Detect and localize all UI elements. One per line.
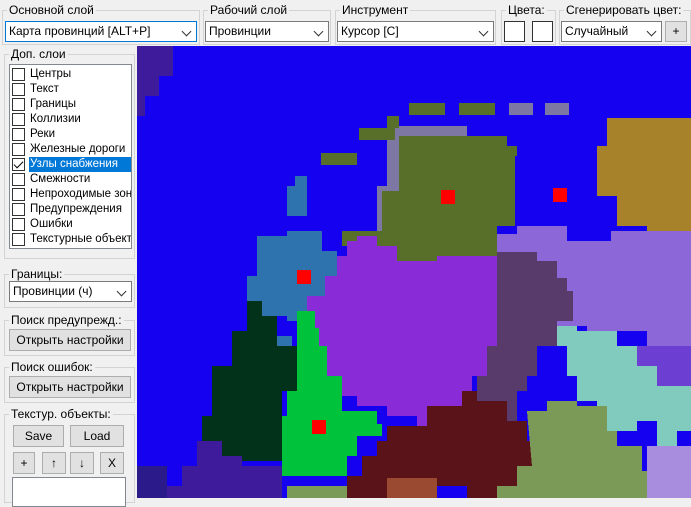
layer-item-supply-nodes[interactable]: Узлы снабжения: [10, 157, 131, 172]
base-layer-select[interactable]: Карта провинций [ALT+P]: [5, 21, 197, 42]
error-search-title: Поиск ошибок:: [11, 360, 93, 374]
warning-search-title: Поиск предупрежд.:: [11, 313, 122, 327]
checkbox[interactable]: [12, 233, 25, 246]
layer-item-collisions[interactable]: Коллизии: [10, 112, 131, 127]
open-warning-settings-button[interactable]: Открыть настройки: [9, 329, 131, 351]
layer-item-label: Смежности: [30, 173, 91, 185]
texture-objects-list[interactable]: [12, 477, 126, 507]
open-error-settings-button[interactable]: Открыть настройки: [9, 376, 131, 398]
checkbox[interactable]: [12, 218, 25, 231]
layer-item-label: Ошибки: [30, 218, 73, 230]
checkbox[interactable]: [12, 128, 25, 141]
layer-item-label: Непроходимые зоны: [30, 188, 132, 200]
island-olive-3[interactable]: [387, 116, 399, 128]
work-layer-select[interactable]: Провинции: [205, 21, 329, 42]
island-grey-2[interactable]: [545, 103, 569, 115]
province-navy-edge[interactable]: [137, 466, 167, 498]
layer-item-label: Реки: [30, 128, 56, 140]
island-olive-5[interactable]: [321, 153, 357, 165]
island-olive-4[interactable]: [359, 128, 395, 140]
borders-value: Провинции (ч): [13, 284, 93, 298]
move-down-button[interactable]: ↓: [70, 452, 94, 474]
checkbox[interactable]: [12, 173, 25, 186]
checkbox[interactable]: [12, 113, 25, 126]
supply-node-grey-purple[interactable]: [553, 188, 567, 202]
island-olive-2[interactable]: [459, 103, 495, 115]
layer-item-label: Железные дороги: [30, 143, 126, 155]
extra-layers-list[interactable]: Центры Текст Границы Коллизии Реки Желез…: [9, 64, 132, 249]
layer-item-texture-objects[interactable]: Текстурные объекты: [10, 232, 131, 247]
supply-node-green[interactable]: [312, 420, 326, 434]
checkbox[interactable]: [12, 83, 25, 96]
layer-item-label: Границы: [30, 98, 76, 110]
layer-item-label: Текстурные объекты: [30, 233, 132, 245]
province-light-purple-corner[interactable]: [647, 446, 691, 498]
checkbox-checked[interactable]: [12, 158, 25, 171]
colors-label: Цвета:: [508, 3, 545, 17]
add-object-button[interactable]: +: [13, 452, 35, 474]
checkbox[interactable]: [12, 98, 25, 111]
province-sage-bottom[interactable]: [287, 486, 347, 498]
base-layer-value: Карта провинций [ALT+P]: [9, 24, 151, 38]
primary-color-swatch[interactable]: [504, 21, 525, 42]
remove-object-button[interactable]: X: [100, 452, 124, 474]
chevron-down-icon: [313, 22, 325, 41]
checkbox[interactable]: [12, 188, 25, 201]
layer-item-impassable[interactable]: Непроходимые зоны: [10, 187, 131, 202]
work-layer-label: Рабочий слой: [210, 3, 288, 17]
checkbox[interactable]: [12, 143, 25, 156]
base-layer-label: Основной слой: [9, 3, 94, 17]
texture-objects-title: Текстур. объекты:: [11, 407, 111, 421]
add-color-button[interactable]: +: [665, 21, 687, 42]
checkbox[interactable]: [12, 203, 25, 216]
extra-layers-title: Доп. слои: [11, 47, 66, 61]
island-grey-1[interactable]: [509, 103, 533, 115]
chevron-down-icon: [478, 22, 490, 41]
chevron-down-icon: [646, 22, 658, 41]
work-layer-value: Провинции: [209, 24, 271, 38]
load-button[interactable]: Load: [70, 425, 124, 447]
checkbox[interactable]: [12, 68, 25, 81]
save-button[interactable]: Save: [13, 425, 64, 447]
layer-item-railways[interactable]: Железные дороги: [10, 142, 131, 157]
layer-item-rivers[interactable]: Реки: [10, 127, 131, 142]
layer-item-label: Предупреждения: [30, 203, 122, 215]
chevron-down-icon: [181, 22, 193, 41]
layer-item-adjacencies[interactable]: Смежности: [10, 172, 131, 187]
layer-item-centers[interactable]: Центры: [10, 67, 131, 82]
layer-item-label: Центры: [30, 68, 72, 80]
layer-item-borders[interactable]: Границы: [10, 97, 131, 112]
chevron-down-icon: [116, 282, 128, 301]
tool-select[interactable]: Курсор [C]: [337, 21, 494, 42]
supply-node-blue[interactable]: [297, 270, 311, 284]
secondary-color-swatch[interactable]: [532, 21, 553, 42]
island-olive-1[interactable]: [409, 103, 445, 115]
province-brick[interactable]: [387, 478, 437, 498]
move-up-button[interactable]: ↑: [42, 452, 66, 474]
layer-item-label: Узлы снабжения: [29, 157, 131, 172]
generate-color-select[interactable]: Случайный: [561, 21, 662, 42]
borders-title: Границы:: [11, 267, 63, 281]
tool-label: Инструмент: [342, 3, 409, 17]
layer-item-errors[interactable]: Ошибки: [10, 217, 131, 232]
generate-color-value: Случайный: [565, 24, 629, 38]
generate-color-label: Сгенерировать цвет:: [566, 3, 682, 17]
province-blue-arm2[interactable]: [295, 176, 307, 196]
layer-item-text[interactable]: Текст: [10, 82, 131, 97]
layer-item-label: Коллизии: [30, 113, 81, 125]
province-map-canvas[interactable]: [137, 46, 691, 498]
layer-item-warnings[interactable]: Предупреждения: [10, 202, 131, 217]
tool-value: Курсор [C]: [341, 24, 399, 38]
borders-select[interactable]: Провинции (ч): [9, 281, 132, 302]
supply-node-olive[interactable]: [441, 190, 455, 204]
layer-item-label: Текст: [30, 83, 59, 95]
